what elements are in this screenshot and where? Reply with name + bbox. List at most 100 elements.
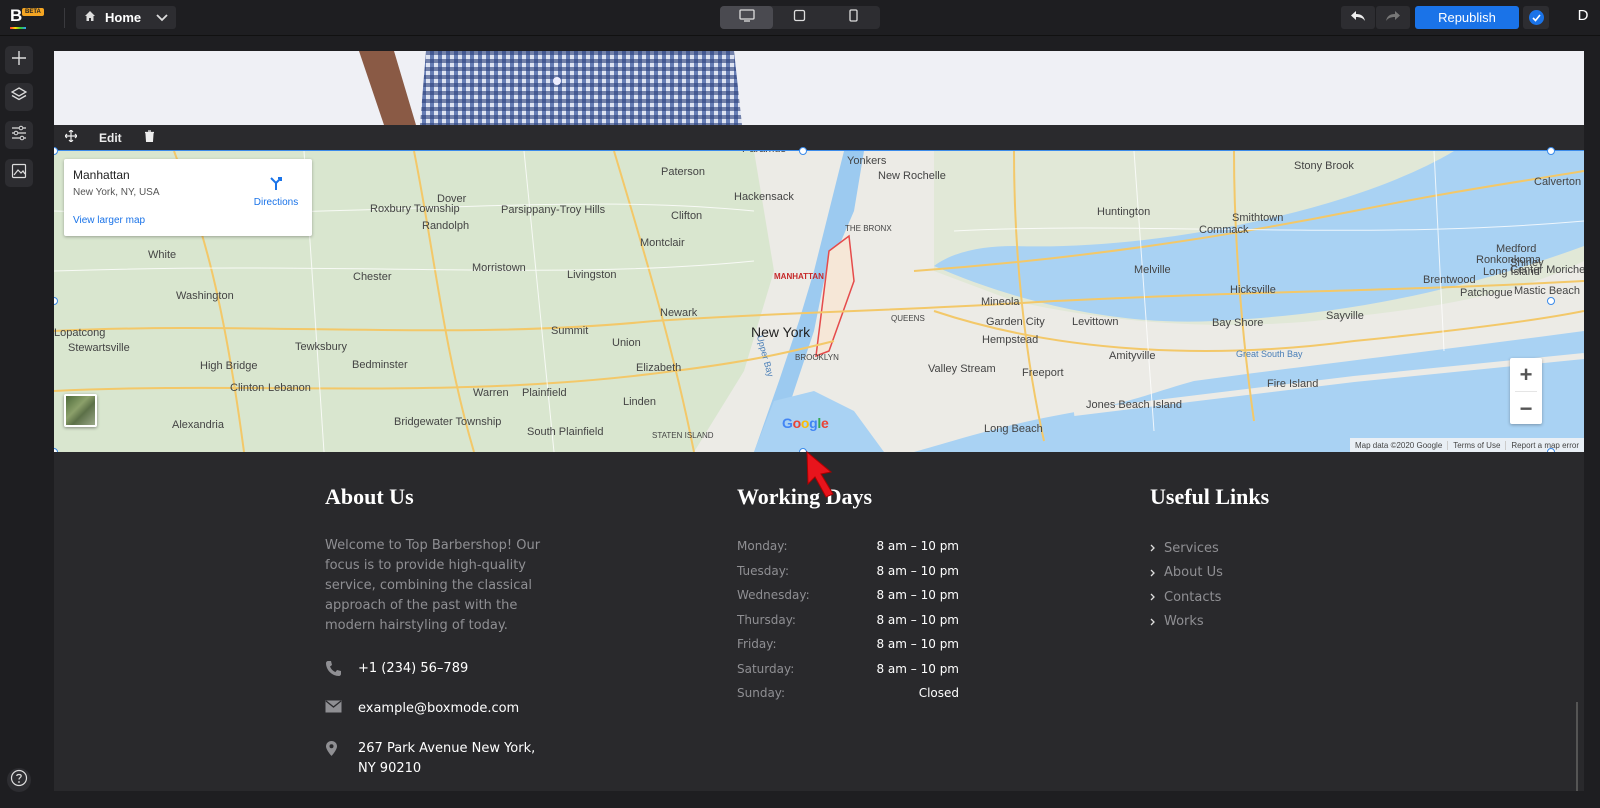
map-place-label: THE BRONX — [845, 224, 892, 233]
check-circle-icon — [1528, 10, 1544, 25]
satellite-toggle[interactable] — [64, 394, 97, 427]
useful-links-title: Useful Links — [1150, 484, 1270, 509]
section-edit-bar: Edit — [54, 125, 1584, 151]
hours-row: Friday: 8 am – 10 pm — [737, 637, 959, 651]
tablet-icon — [793, 9, 806, 27]
scrollbar[interactable] — [1576, 702, 1578, 791]
redo-icon — [1385, 9, 1401, 27]
view-larger-map-link[interactable]: View larger map — [73, 215, 145, 226]
map-zoom-control: + − — [1510, 358, 1542, 424]
map-place-label: Morristown — [472, 262, 526, 274]
user-avatar[interactable]: D — [1573, 7, 1593, 27]
map-place-label: Paramus — [742, 151, 786, 155]
map-place-label: BROOKLYN — [795, 353, 839, 362]
map-place-label: Parsippany-Troy Hills — [501, 204, 606, 216]
google-letter: e — [820, 415, 829, 431]
map-place-label: Lebanon — [268, 382, 311, 394]
zoom-in-button[interactable]: + — [1510, 358, 1542, 391]
map-place-label: Huntington — [1097, 206, 1151, 218]
phone-icon — [325, 659, 358, 677]
resize-handle[interactable] — [1547, 147, 1555, 155]
terms-of-use-link[interactable]: Terms of Use — [1447, 440, 1505, 450]
app-logo[interactable]: B BETA — [10, 6, 46, 29]
hero-image[interactable] — [54, 51, 1584, 125]
day-hours: 8 am – 10 pm — [876, 563, 959, 578]
minus-icon: − — [1519, 395, 1533, 421]
contact-phone[interactable]: +1 (234) 56–789 — [325, 659, 548, 679]
hours-row: Wednesday: 8 am – 10 pm — [737, 588, 959, 602]
map-place-label: Hempstead — [982, 334, 1039, 346]
media-button[interactable] — [5, 159, 33, 187]
map-data-credit: Map data ©2020 Google — [1354, 440, 1443, 450]
map-pin-icon — [325, 739, 358, 757]
person-shirt-illustration — [359, 51, 742, 125]
day-name: Sunday: — [737, 686, 786, 700]
map-place-label: Bay Shore — [1212, 317, 1264, 329]
add-element-button[interactable] — [5, 46, 33, 74]
delete-button[interactable] — [144, 129, 155, 147]
directions-button[interactable]: Directions — [250, 175, 302, 208]
map-place-label: Melville — [1134, 264, 1171, 276]
tablet-view-button[interactable] — [773, 6, 826, 29]
about-text: Welcome to Top Barbershop! Our focus is … — [325, 538, 541, 633]
day-name: Thursday: — [737, 612, 796, 627]
desktop-view-button[interactable] — [720, 6, 774, 29]
contact-address[interactable]: 267 Park Avenue New York, NY 90210 — [325, 739, 548, 779]
report-map-error-link[interactable]: Report a map error — [1505, 440, 1584, 450]
map-place-label: Valley Stream — [928, 363, 996, 375]
layers-button[interactable] — [5, 83, 33, 111]
publish-status-button[interactable] — [1523, 6, 1549, 29]
device-switcher — [720, 6, 880, 29]
footer-link[interactable]: Works — [1150, 613, 1204, 631]
map-place-label: Randolph — [422, 220, 470, 232]
google-map-embed[interactable]: Paramus Yonkers New Rochelle Paterson Hacken… — [54, 150, 1584, 453]
phone-number: +1 (234) 56–789 — [358, 661, 469, 676]
map-place-label: Bridgewater Township — [394, 416, 502, 428]
resize-handle[interactable] — [799, 147, 807, 155]
settings-sliders-button[interactable] — [5, 121, 33, 149]
plus-icon: + — [1519, 361, 1533, 387]
footer-link[interactable]: Contacts — [1150, 588, 1221, 606]
hours-row: Saturday: 8 am – 10 pm — [737, 662, 959, 676]
footer-link[interactable]: About Us — [1150, 564, 1223, 582]
map-place-label: Roxbury Township — [370, 203, 460, 215]
map-place-label: Sayville — [1326, 310, 1364, 322]
map-place-label: Garden City — [986, 316, 1045, 328]
page-select-dropdown[interactable]: Home — [76, 6, 176, 29]
footer-link[interactable]: Services — [1150, 539, 1219, 557]
footer-link-label: Contacts — [1164, 589, 1222, 605]
mouse-cursor-icon — [803, 450, 845, 505]
edit-button[interactable]: Edit — [99, 129, 122, 147]
map-place-label: Stewartsville — [68, 342, 130, 354]
map-place-label: Mastic Beach — [1514, 285, 1581, 297]
mobile-view-button[interactable] — [827, 6, 880, 29]
map-place-label: Clinton — [230, 382, 265, 394]
map-place-label: QUEENS — [891, 314, 925, 323]
about-title: About Us — [325, 484, 414, 509]
map-place-label: Newark — [660, 307, 698, 319]
redo-button[interactable] — [1376, 6, 1410, 29]
undo-button[interactable] — [1341, 6, 1375, 29]
map-place-label: Bedminster — [352, 359, 408, 371]
map-place-label: Paterson — [661, 166, 706, 178]
map-place-label: Alexandria — [172, 419, 224, 431]
trash-icon — [144, 129, 155, 147]
contact-email[interactable]: example@boxmode.com — [325, 699, 548, 719]
move-handle[interactable] — [64, 129, 78, 147]
map-place-label: New Rochelle — [878, 170, 946, 182]
zoom-out-button[interactable]: − — [1510, 392, 1542, 425]
layers-icon — [10, 86, 28, 108]
day-hours: Closed — [918, 686, 959, 700]
directions-label: Directions — [253, 197, 299, 208]
help-button[interactable] — [7, 768, 31, 792]
map-place-label: Mineola — [981, 296, 1020, 308]
footer-link-label: Works — [1164, 614, 1204, 629]
map-place-label: Clifton — [671, 210, 703, 222]
republish-button[interactable]: Republish — [1415, 6, 1519, 29]
map-place-label: Commack — [1199, 224, 1249, 236]
map-place-label: Freeport — [1022, 367, 1064, 379]
image-icon — [11, 163, 27, 184]
resize-handle[interactable] — [1547, 297, 1555, 305]
map-place-label: Great South Bay — [1236, 349, 1303, 359]
map-place-label: White — [148, 249, 177, 261]
